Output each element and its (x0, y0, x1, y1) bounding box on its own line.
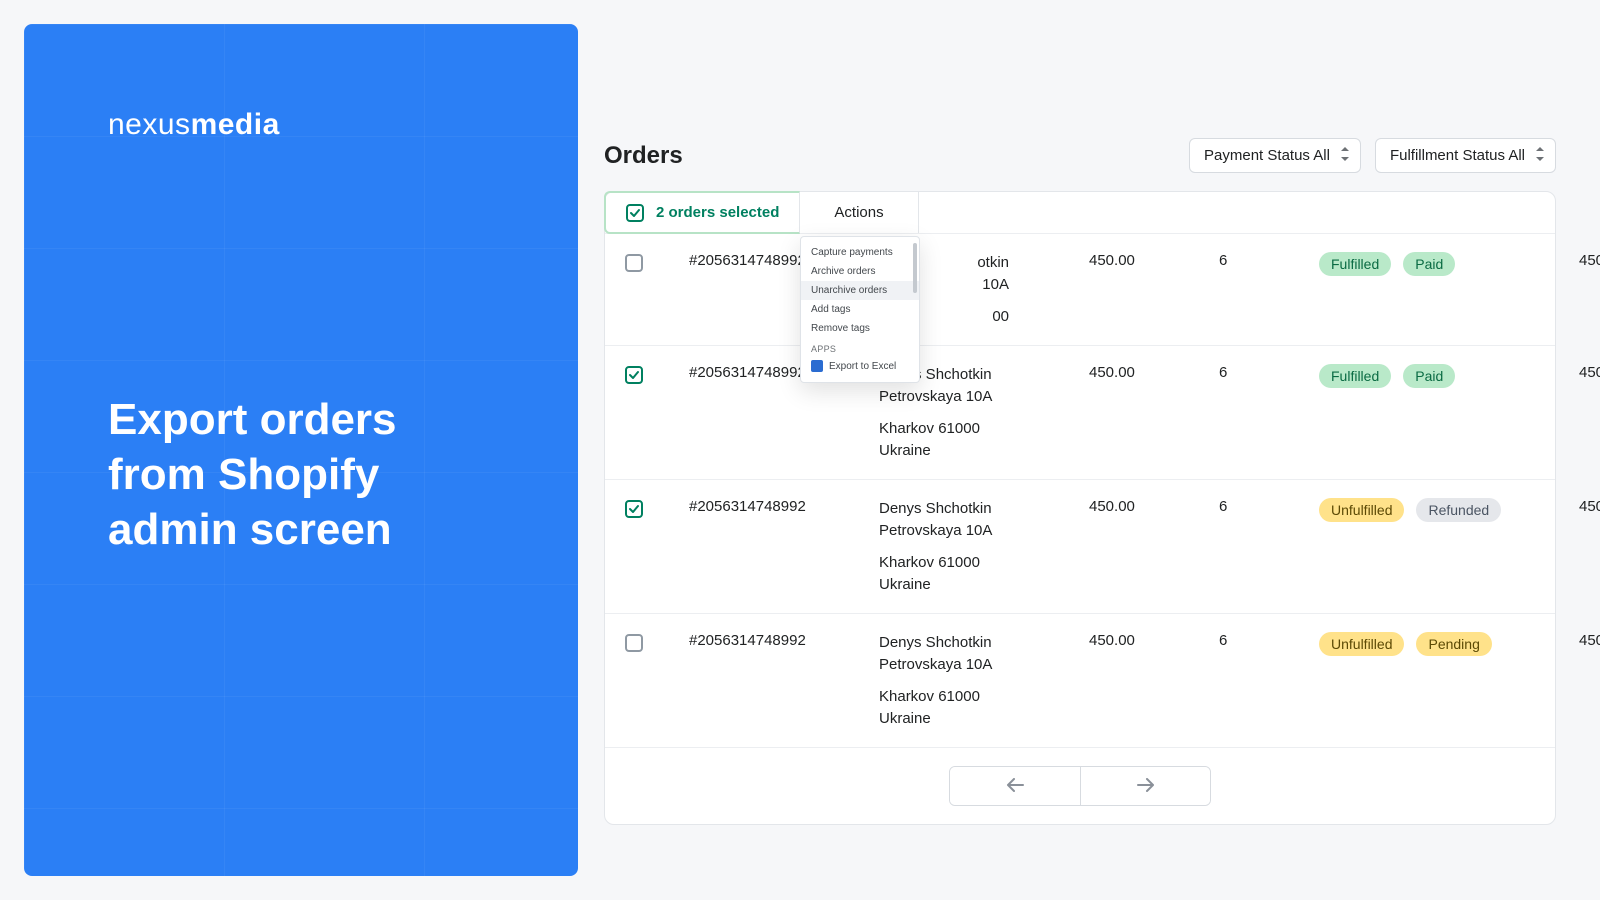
menu-item-archive-orders[interactable]: Archive orders (801, 262, 919, 281)
next-page-button[interactable] (1080, 767, 1210, 805)
addr-line2: Petrovskaya 10A (879, 654, 1089, 676)
amount: 450.00 (1089, 252, 1219, 269)
table-row[interactable]: #2056314748992 otkin 10A 00 450.00 6 Ful… (605, 234, 1555, 346)
row-checkbox[interactable] (625, 500, 643, 518)
fulfillment-status-filter-label: Fulfillment Status All (1390, 147, 1525, 164)
qty: 6 (1219, 498, 1319, 515)
payment-badge: Refunded (1416, 498, 1501, 522)
addr-city: Kharkov 61000 (879, 418, 1089, 440)
orders-panel: 2 orders selected Actions Capture paymen… (604, 191, 1556, 825)
qty: 6 (1219, 252, 1319, 269)
addr-country: Ukraine (879, 574, 1089, 596)
actions-menu: Capture payments Archive orders Unarchiv… (800, 236, 920, 383)
addr-line1: Denys Shchotkin (879, 632, 1089, 654)
status-badges: Fulfilled Paid (1319, 252, 1579, 276)
fulfillment-status-filter[interactable]: Fulfillment Status All (1375, 138, 1556, 173)
pagination (605, 747, 1555, 824)
fulfillment-badge: Unfulfilled (1319, 632, 1404, 656)
page-title: Orders (604, 142, 683, 170)
payment-badge: Paid (1403, 364, 1455, 388)
menu-scrollbar[interactable] (913, 243, 917, 293)
total: 450.00 (1579, 364, 1600, 381)
table-row[interactable]: #2056314748992 Denys Shchotkin Petrovska… (605, 480, 1555, 614)
table-row[interactable]: #2056314748992 Denys Shchotkin Petrovska… (605, 346, 1555, 480)
amount: 450.00 (1089, 632, 1219, 649)
header-row: Orders Payment Status All Fulfillment St… (604, 138, 1556, 173)
menu-item-export-to-excel[interactable]: Export to Excel (801, 356, 919, 376)
sort-icon (1535, 147, 1545, 165)
menu-item-export-label: Export to Excel (829, 361, 896, 372)
amount: 450.00 (1089, 498, 1219, 515)
payment-badge: Paid (1403, 252, 1455, 276)
menu-section-apps: APPS (801, 338, 919, 356)
status-badges: Unfulfilled Pending (1319, 632, 1579, 656)
status-badges: Fulfilled Paid (1319, 364, 1579, 388)
orders-rows: #2056314748992 otkin 10A 00 450.00 6 Ful… (605, 234, 1555, 747)
qty: 6 (1219, 364, 1319, 381)
pagination-group (949, 766, 1211, 806)
menu-item-remove-tags[interactable]: Remove tags (801, 319, 919, 338)
fulfillment-badge: Fulfilled (1319, 364, 1391, 388)
payment-status-filter-label: Payment Status All (1204, 147, 1330, 164)
orders-section: Orders Payment Status All Fulfillment St… (604, 138, 1556, 825)
select-all-checkbox[interactable] (626, 204, 644, 222)
selection-count[interactable]: 2 orders selected (604, 191, 800, 234)
fulfillment-badge: Fulfilled (1319, 252, 1391, 276)
qty: 6 (1219, 632, 1319, 649)
app-icon (811, 360, 823, 372)
actions-button-label: Actions (834, 204, 883, 221)
selection-count-label: 2 orders selected (656, 204, 779, 221)
menu-item-unarchive-orders[interactable]: Unarchive orders (801, 281, 919, 300)
arrow-right-icon (1137, 780, 1155, 795)
addr-line2: Petrovskaya 10A (879, 386, 1089, 408)
sort-icon (1340, 147, 1350, 165)
prev-page-button[interactable] (950, 767, 1080, 805)
row-checkbox[interactable] (625, 254, 643, 272)
table-row[interactable]: #2056314748992 Denys Shchotkin Petrovska… (605, 614, 1555, 747)
menu-item-capture-payments[interactable]: Capture payments (801, 243, 919, 262)
total: 450.00 (1579, 498, 1600, 515)
selection-bar: 2 orders selected Actions (605, 192, 1555, 234)
filters: Payment Status All Fulfillment Status Al… (1189, 138, 1556, 173)
brand-thin: nexus (108, 108, 191, 142)
addr-country: Ukraine (879, 708, 1089, 730)
addr-city: Kharkov 61000 (879, 552, 1089, 574)
customer-address: Denys Shchotkin Petrovskaya 10A Kharkov … (879, 632, 1089, 729)
row-checkbox[interactable] (625, 634, 643, 652)
brand-logo: nexusmedia (108, 108, 494, 142)
menu-item-add-tags[interactable]: Add tags (801, 300, 919, 319)
actions-button[interactable]: Actions (800, 192, 918, 233)
order-id: #2056314748992 (689, 498, 879, 515)
customer-address: Denys Shchotkin Petrovskaya 10A Kharkov … (879, 498, 1089, 595)
total: 450.00 (1579, 252, 1600, 269)
amount: 450.00 (1089, 364, 1219, 381)
addr-line2: Petrovskaya 10A (879, 520, 1089, 542)
total: 450.00 (1579, 632, 1600, 649)
order-id: #2056314748992 (689, 632, 879, 649)
addr-line1: Denys Shchotkin (879, 498, 1089, 520)
row-checkbox[interactable] (625, 366, 643, 384)
promo-panel: nexusmedia Export orders from Shopify ad… (24, 24, 578, 876)
promo-headline: Export orders from Shopify admin screen (108, 392, 494, 557)
payment-status-filter[interactable]: Payment Status All (1189, 138, 1361, 173)
fulfillment-badge: Unfulfilled (1319, 498, 1404, 522)
arrow-left-icon (1006, 780, 1024, 795)
status-badges: Unfulfilled Refunded (1319, 498, 1579, 522)
addr-country: Ukraine (879, 440, 1089, 462)
payment-badge: Pending (1416, 632, 1491, 656)
brand-bold: media (191, 108, 280, 142)
addr-city: Kharkov 61000 (879, 686, 1089, 708)
